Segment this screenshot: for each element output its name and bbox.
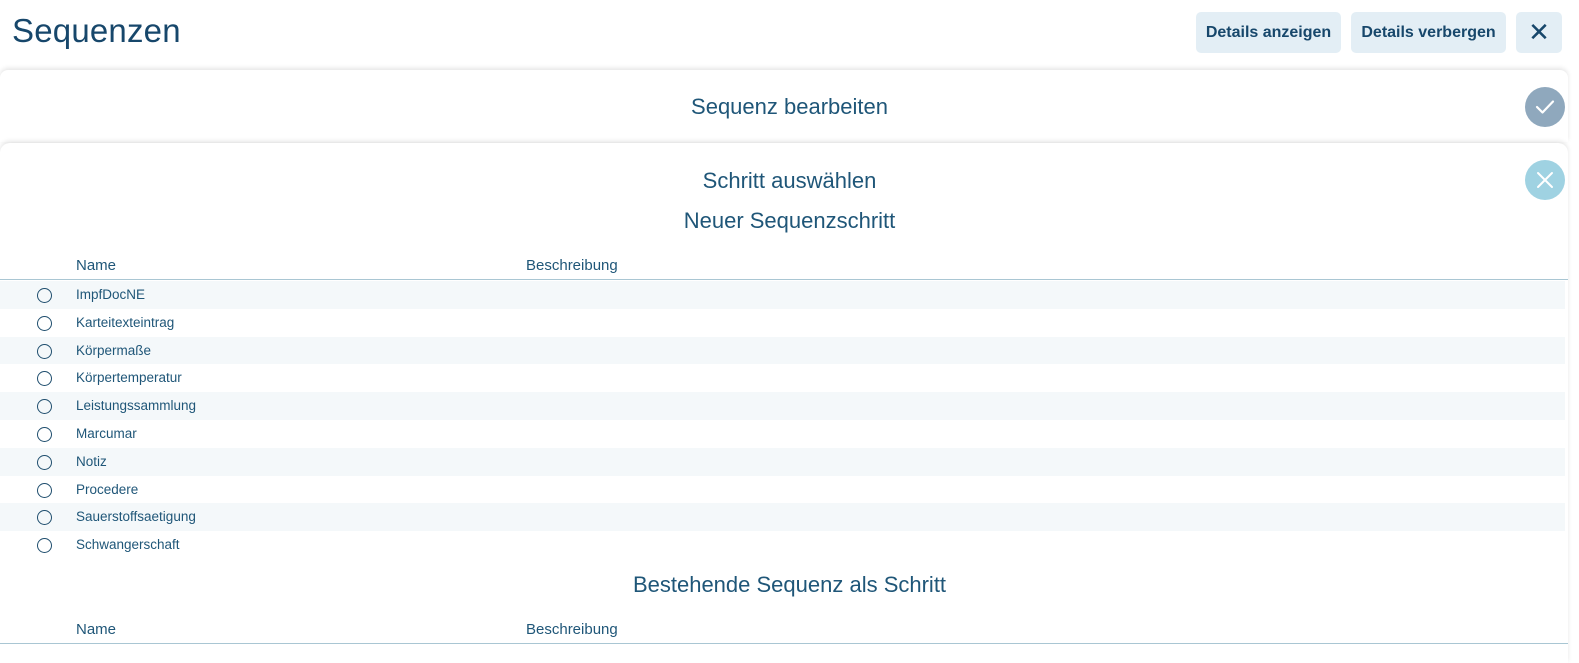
radio-button[interactable] xyxy=(37,510,52,526)
table-row[interactable]: Marcumar xyxy=(0,420,1565,448)
new-step-list: ImpfDocNE Karteitexteintrag Körpermaße K… xyxy=(0,281,1565,559)
row-name: Karteitexteintrag xyxy=(76,314,175,330)
radio-button[interactable] xyxy=(37,538,52,554)
column-header-description[interactable]: Beschreibung xyxy=(526,621,618,638)
table-row[interactable]: Notiz xyxy=(0,447,1565,476)
table-row[interactable]: Leistungssammlung xyxy=(0,392,1565,420)
row-name: Marcumar xyxy=(76,425,137,441)
row-name: Körpertemperatur xyxy=(76,370,182,386)
new-step-table-header: Name Beschreibung xyxy=(0,257,1568,280)
table-row[interactable]: Sauerstoffsaetigung xyxy=(0,503,1565,532)
radio-button[interactable] xyxy=(37,399,52,415)
close-button[interactable]: ✕ xyxy=(1516,12,1562,53)
column-header-description[interactable]: Beschreibung xyxy=(526,257,618,274)
radio-button[interactable] xyxy=(37,454,52,470)
show-details-button[interactable]: Details anzeigen xyxy=(1196,12,1341,53)
existing-sequence-table-header: Name Beschreibung xyxy=(0,621,1568,644)
close-icon xyxy=(1537,172,1553,188)
edit-sequence-title: Sequenz bearbeiten xyxy=(691,94,888,119)
radio-button[interactable] xyxy=(37,371,52,387)
row-name: Notiz xyxy=(76,453,107,469)
select-step-title: Schritt auswählen xyxy=(702,168,877,193)
table-row[interactable]: Procedere xyxy=(0,476,1565,504)
radio-button[interactable] xyxy=(37,343,52,359)
table-row[interactable]: Schwangerschaft xyxy=(0,531,1565,559)
radio-button[interactable] xyxy=(37,426,52,442)
page-title: Sequenzen xyxy=(12,12,181,49)
column-header-name[interactable]: Name xyxy=(76,257,116,274)
row-name: Procedere xyxy=(76,481,139,497)
hide-details-button[interactable]: Details verbergen xyxy=(1351,12,1506,53)
table-row[interactable]: Körpertemperatur xyxy=(0,364,1565,392)
confirm-button[interactable] xyxy=(1525,87,1565,127)
row-name: Sauerstoffsaetigung xyxy=(76,509,196,525)
row-name: Leistungssammlung xyxy=(76,398,197,414)
table-row[interactable]: Körpermaße xyxy=(0,336,1565,365)
column-header-name[interactable]: Name xyxy=(76,621,116,638)
table-row[interactable]: Karteitexteintrag xyxy=(0,309,1565,337)
cancel-step-button[interactable] xyxy=(1525,160,1565,200)
row-name: Körpermaße xyxy=(76,342,152,358)
app-header: Sequenzen Details anzeigen Details verbe… xyxy=(0,0,1579,66)
row-name: Schwangerschaft xyxy=(76,537,180,553)
new-step-section-title: Neuer Sequenzschritt xyxy=(683,208,896,233)
row-name: ImpfDocNE xyxy=(76,287,146,302)
checkmark-icon xyxy=(1535,100,1555,114)
table-row[interactable]: ImpfDocNE xyxy=(0,281,1565,309)
radio-button[interactable] xyxy=(37,315,52,331)
existing-sequence-section-title: Bestehende Sequenz als Schritt xyxy=(632,572,947,597)
radio-button[interactable] xyxy=(37,482,52,498)
close-icon: ✕ xyxy=(1528,17,1550,47)
radio-button[interactable] xyxy=(37,288,52,303)
